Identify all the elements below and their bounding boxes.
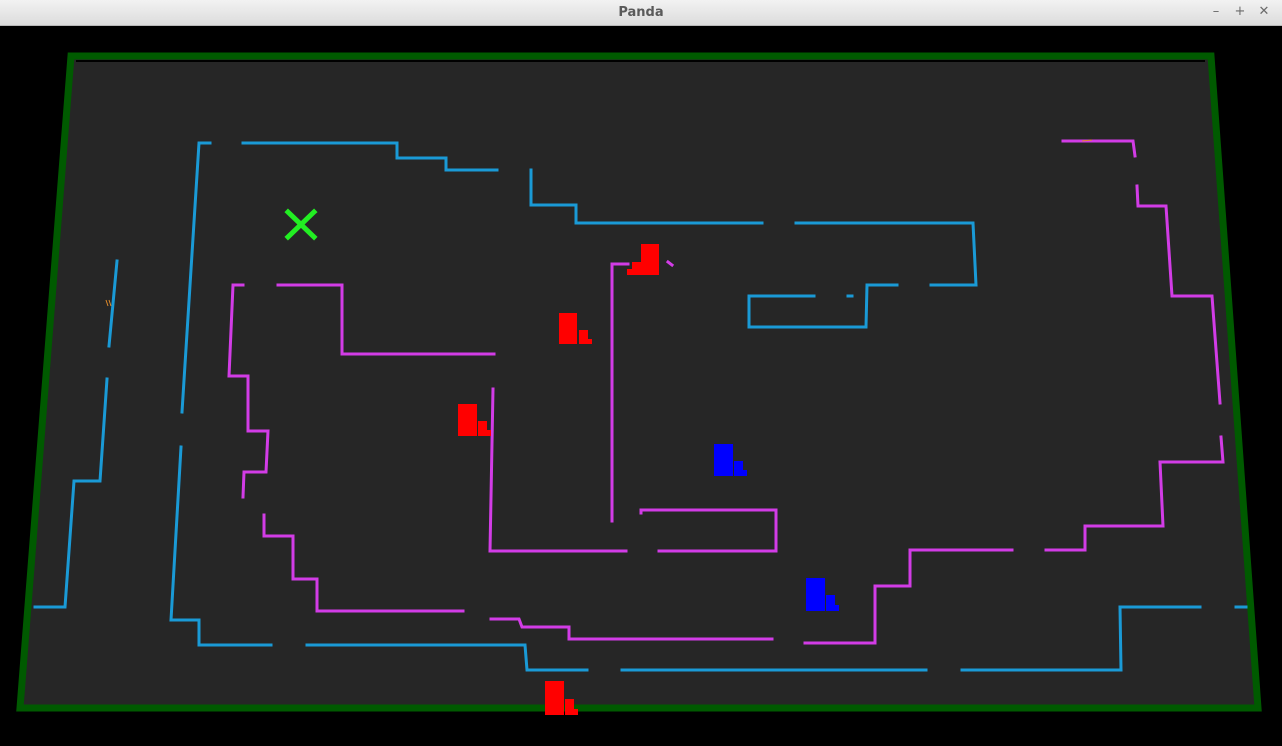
game-canvas[interactable]	[0, 26, 1282, 746]
title-bar: Panda – + ✕	[0, 0, 1282, 26]
game-board	[16, 52, 1262, 712]
window-title: Panda	[618, 5, 664, 20]
minimize-icon[interactable]: –	[1207, 3, 1225, 21]
game-viewport[interactable]	[0, 26, 1282, 746]
maximize-icon[interactable]: +	[1231, 3, 1249, 21]
close-icon[interactable]: ✕	[1255, 3, 1273, 21]
